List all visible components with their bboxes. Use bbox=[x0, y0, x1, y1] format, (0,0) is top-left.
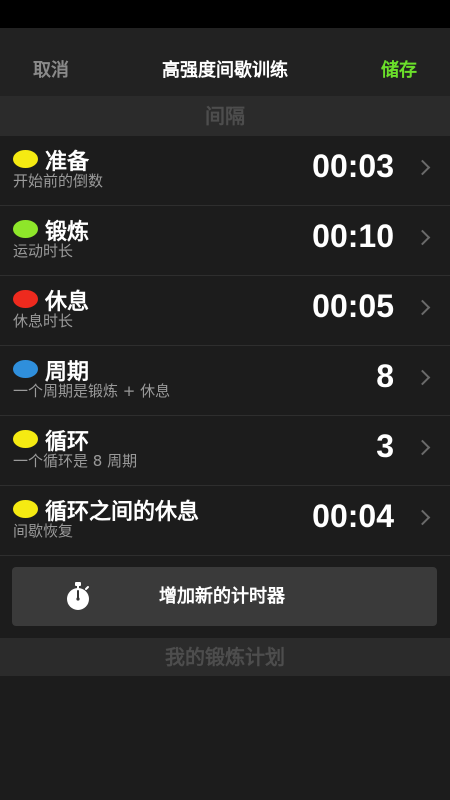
row-rest-between-sets[interactable]: 循环之间的休息 间歇恢复 00:04 bbox=[0, 486, 450, 556]
red-dot-icon bbox=[13, 290, 38, 308]
yellow-dot-icon bbox=[13, 500, 38, 518]
chevron-right-icon bbox=[414, 229, 431, 246]
row-cycles[interactable]: 周期 一个周期是锻炼 + 休息 8 bbox=[0, 346, 450, 416]
stopwatch-icon bbox=[64, 581, 92, 611]
row-rest[interactable]: 休息 休息时长 00:05 bbox=[0, 276, 450, 346]
chevron-right-icon bbox=[414, 509, 431, 526]
save-button[interactable]: 储存 bbox=[381, 28, 417, 96]
add-timer-label: 增加新的计时器 bbox=[159, 586, 285, 607]
row-subtitle: 一个周期是锻炼 + 休息 bbox=[13, 382, 171, 400]
chevron-right-icon bbox=[414, 299, 431, 316]
row-value: 00:05 bbox=[312, 288, 394, 324]
row-subtitle: 运动时长 bbox=[13, 242, 74, 260]
row-value: 00:10 bbox=[312, 218, 394, 254]
row-work[interactable]: 锻炼 运动时长 00:10 bbox=[0, 206, 450, 276]
yellow-dot-icon bbox=[13, 430, 38, 448]
row-value: 00:03 bbox=[312, 148, 394, 184]
green-dot-icon bbox=[13, 220, 38, 238]
status-bar bbox=[0, 0, 450, 28]
row-subtitle: 开始前的倒数 bbox=[13, 172, 104, 190]
chevron-right-icon bbox=[414, 439, 431, 456]
chevron-right-icon bbox=[414, 159, 431, 176]
interval-section-header: 间隔 bbox=[0, 96, 450, 136]
navigation-bar: 高强度间歇训练 取消 储存 bbox=[0, 28, 450, 96]
yellow-dot-icon bbox=[13, 150, 38, 168]
row-subtitle: 一个循环是 8 周期 bbox=[13, 452, 138, 470]
row-subtitle: 休息时长 bbox=[13, 312, 74, 330]
row-value: 00:04 bbox=[312, 498, 394, 534]
interval-list: 准备 开始前的倒数 00:03 锻炼 运动时长 00:10 休息 休息时长 00… bbox=[0, 136, 450, 556]
cancel-button[interactable]: 取消 bbox=[33, 28, 69, 96]
add-timer-button[interactable]: 增加新的计时器 bbox=[12, 567, 437, 626]
my-plans-section-header: 我的锻炼计划 bbox=[0, 638, 450, 676]
row-prepare[interactable]: 准备 开始前的倒数 00:03 bbox=[0, 136, 450, 206]
row-subtitle: 间歇恢复 bbox=[13, 522, 74, 540]
row-sets[interactable]: 循环 一个循环是 8 周期 3 bbox=[0, 416, 450, 486]
chevron-right-icon bbox=[414, 369, 431, 386]
row-value: 8 bbox=[376, 358, 394, 394]
row-value: 3 bbox=[376, 428, 394, 464]
blue-dot-icon bbox=[13, 360, 38, 378]
